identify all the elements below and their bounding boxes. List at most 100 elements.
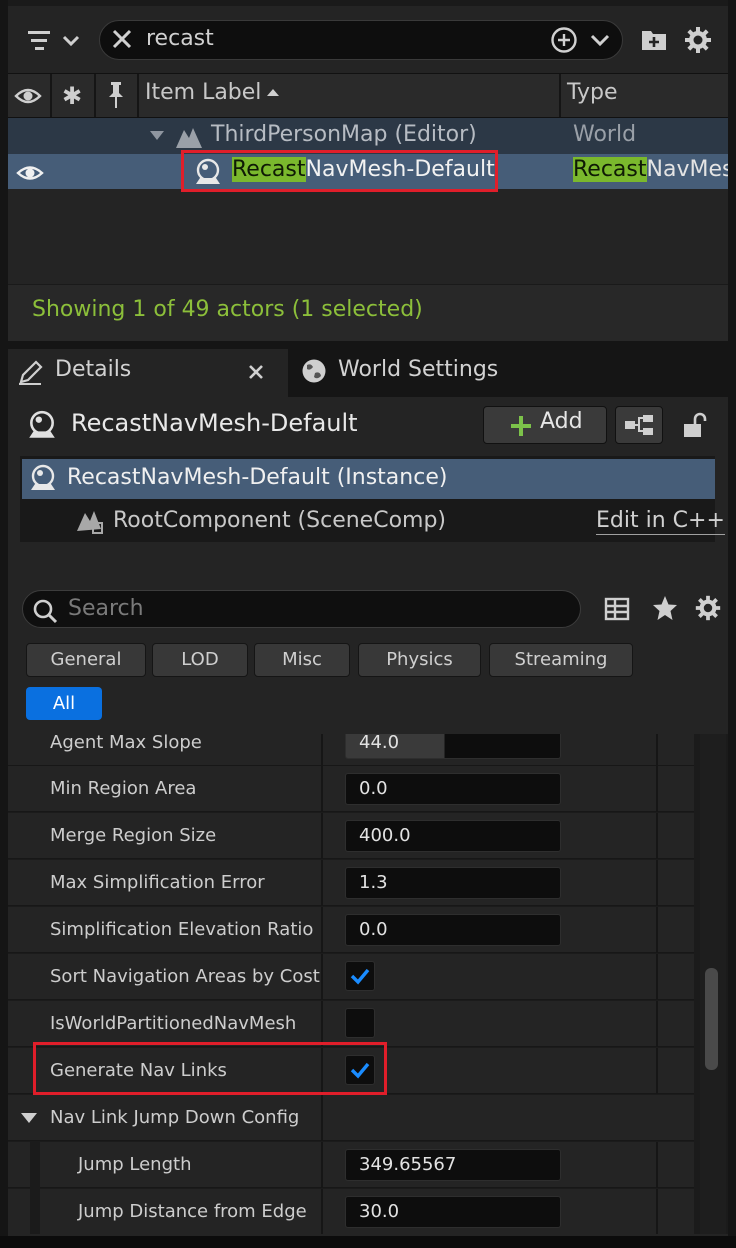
- column-divider[interactable]: [321, 813, 323, 859]
- chevron-down-icon[interactable]: [589, 30, 611, 50]
- category-streaming[interactable]: Streaming: [489, 643, 633, 677]
- category-misc[interactable]: Misc: [254, 643, 350, 677]
- tab-details[interactable]: [8, 349, 288, 397]
- property-name: IsWorldPartitionedNavMesh: [50, 1013, 297, 1034]
- pin-icon[interactable]: [106, 80, 126, 110]
- property-name: Nav Link Jump Down Config: [50, 1107, 300, 1128]
- property-name: Simplification Elevation Ratio: [50, 919, 314, 940]
- category-lod[interactable]: LOD: [152, 643, 248, 677]
- property-value-input[interactable]: 349.65567: [345, 1149, 561, 1181]
- column-divider: [656, 1142, 658, 1188]
- column-divider[interactable]: [321, 766, 323, 812]
- column-item-label[interactable]: Item Label: [145, 80, 261, 105]
- column-divider: [656, 813, 658, 859]
- column-divider[interactable]: [559, 74, 561, 117]
- property-value-input[interactable]: 30.0: [345, 1196, 561, 1228]
- visibility-eye-icon[interactable]: [14, 84, 42, 108]
- row-world-type: World: [573, 122, 637, 147]
- category-general[interactable]: General: [26, 643, 146, 677]
- root-component-label[interactable]: RootComponent (SceneComp): [113, 508, 446, 533]
- property-row-max-simplification-error: Max Simplification Error 1.3: [8, 860, 694, 906]
- property-name: Min Region Area: [50, 778, 197, 799]
- asterisk-icon[interactable]: ✱: [62, 82, 82, 110]
- search-match-highlight: Recast: [573, 157, 647, 182]
- sort-ascending-icon[interactable]: [266, 87, 280, 97]
- property-slider-value[interactable]: 44.0: [345, 734, 561, 759]
- row-recastnavmesh-type: RecastNavMes: [573, 157, 728, 182]
- column-type[interactable]: Type: [567, 80, 618, 105]
- bottom-edge: [0, 1236, 736, 1248]
- close-icon[interactable]: [247, 363, 265, 381]
- column-divider[interactable]: [321, 734, 323, 766]
- column-divider[interactable]: [321, 1001, 323, 1047]
- pencil-details-icon: [17, 358, 45, 386]
- property-grid: Agent Max Slope 44.0 Min Region Area 0.0…: [8, 734, 728, 1234]
- outliner-search-value[interactable]: recast: [146, 24, 214, 54]
- property-row-simplification-elevation-ratio: Simplification Elevation Ratio 0.0: [8, 907, 694, 953]
- property-category-nav-link-jump-down-config[interactable]: Nav Link Jump Down Config: [8, 1095, 694, 1141]
- type-remainder: NavMes: [646, 157, 729, 182]
- navmesh-actor-icon: [28, 464, 58, 492]
- column-divider[interactable]: [50, 74, 52, 117]
- column-divider[interactable]: [321, 907, 323, 953]
- category-all[interactable]: All: [26, 687, 102, 720]
- filter-icon[interactable]: [22, 26, 86, 56]
- column-divider[interactable]: [321, 1095, 323, 1141]
- column-divider: [656, 1189, 658, 1234]
- blueprint-icon: [623, 413, 655, 437]
- row-world-label: ThirdPersonMap (Editor): [211, 122, 477, 147]
- property-name: Merge Region Size: [50, 825, 217, 846]
- new-folder-icon[interactable]: [640, 26, 668, 54]
- column-divider: [656, 860, 658, 906]
- plus-icon: [509, 414, 533, 438]
- property-row-merge-region-size: Merge Region Size 400.0: [8, 813, 694, 859]
- property-name: Jump Length: [78, 1154, 192, 1175]
- property-checkbox[interactable]: [345, 1008, 375, 1038]
- column-divider: [656, 766, 658, 812]
- indent-bar: [30, 1189, 40, 1234]
- column-divider: [656, 907, 658, 953]
- gear-icon[interactable]: [682, 24, 714, 56]
- column-divider[interactable]: [321, 954, 323, 1000]
- globe-icon: [301, 358, 327, 384]
- column-divider[interactable]: [321, 860, 323, 906]
- column-divider[interactable]: [94, 74, 96, 117]
- column-divider: [656, 1001, 658, 1047]
- scrollbar-thumb[interactable]: [705, 968, 718, 1070]
- status-text: Showing 1 of 49 actors (1 selected): [32, 297, 423, 322]
- actor-name: RecastNavMesh-Default: [71, 409, 358, 437]
- property-row-agent-max-slope: Agent Max Slope 44.0: [8, 734, 694, 766]
- category-physics[interactable]: Physics: [358, 643, 481, 677]
- property-name: Max Simplification Error: [50, 872, 265, 893]
- star-icon[interactable]: [651, 594, 679, 622]
- tab-details-label: Details: [55, 357, 132, 382]
- property-row-min-region-area: Min Region Area 0.0: [8, 766, 694, 812]
- property-value-input[interactable]: 400.0: [345, 820, 561, 852]
- search-icon: [32, 598, 58, 624]
- column-divider: [656, 954, 658, 1000]
- clear-search-icon[interactable]: [110, 27, 134, 51]
- annotation-highlight-box: [181, 150, 498, 192]
- tab-world-settings[interactable]: World Settings: [338, 357, 498, 382]
- collapse-arrow-icon[interactable]: [20, 1112, 38, 1124]
- expand-arrow-icon[interactable]: [149, 130, 165, 142]
- property-name: Sort Navigation Areas by Cost: [50, 966, 320, 987]
- property-row-is-world-partitioned-navmesh: IsWorldPartitionedNavMesh: [8, 1001, 694, 1047]
- property-checkbox[interactable]: [345, 961, 375, 991]
- add-filter-icon[interactable]: [550, 26, 578, 54]
- column-divider: [656, 1048, 658, 1094]
- table-view-icon[interactable]: [604, 596, 630, 622]
- edit-in-cpp-link[interactable]: Edit in C++: [596, 508, 725, 535]
- unlock-icon[interactable]: [681, 411, 707, 439]
- property-value-input[interactable]: 0.0: [345, 914, 561, 946]
- property-value-input[interactable]: 0.0: [345, 773, 561, 805]
- details-search-input[interactable]: [68, 593, 568, 623]
- column-divider[interactable]: [321, 1189, 323, 1234]
- property-row-sort-navigation-areas: Sort Navigation Areas by Cost: [8, 954, 694, 1000]
- gear-icon[interactable]: [693, 593, 723, 623]
- column-divider[interactable]: [321, 1142, 323, 1188]
- visibility-eye-icon[interactable]: [16, 163, 44, 183]
- column-divider[interactable]: [137, 74, 139, 117]
- property-value-input[interactable]: 1.3: [345, 867, 561, 899]
- property-name: Agent Max Slope: [50, 734, 202, 753]
